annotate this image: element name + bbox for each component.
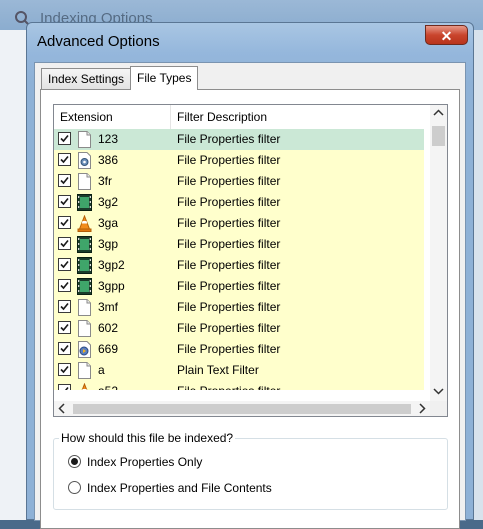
row-checkbox[interactable] xyxy=(58,300,71,313)
row-filter-description: File Properties filter xyxy=(177,321,281,335)
row-extension: 602 xyxy=(98,321,119,335)
row-checkbox[interactable] xyxy=(58,279,71,292)
row-extension: a xyxy=(98,363,105,377)
video-film-icon xyxy=(77,257,92,274)
table-row[interactable]: 3gp File Properties filter xyxy=(54,234,424,255)
table-row[interactable]: a Plain Text Filter xyxy=(54,360,424,381)
row-extension: 3gpp xyxy=(98,279,125,293)
table-row[interactable]: 123 File Properties filter xyxy=(54,129,424,150)
column-header-filter-description[interactable]: Filter Description xyxy=(171,105,424,129)
row-filter-description: File Properties filter xyxy=(177,195,281,209)
row-filter-description: File Properties filter xyxy=(177,216,281,230)
row-extension: 3g2 xyxy=(98,195,119,209)
video-film-icon xyxy=(77,278,92,295)
row-checkbox[interactable] xyxy=(58,342,71,355)
radio-selected-dot xyxy=(71,458,78,465)
scroll-right-icon[interactable] xyxy=(413,401,430,416)
radio-properties-only[interactable] xyxy=(68,455,81,468)
radio-properties-only-label[interactable]: Index Properties Only xyxy=(87,455,202,469)
scroll-up-icon[interactable] xyxy=(430,105,447,122)
radio-properties-and-contents-label[interactable]: Index Properties and File Contents xyxy=(87,481,272,495)
horizontal-scrollbar[interactable] xyxy=(54,401,430,416)
row-filter-description: File Properties filter xyxy=(177,342,281,356)
row-checkbox[interactable] xyxy=(58,195,71,208)
row-checkbox[interactable] xyxy=(58,237,71,250)
row-filter-description: File Properties filter xyxy=(177,174,281,188)
blank-doc-icon xyxy=(77,173,92,190)
audio-doc-icon xyxy=(77,341,92,358)
table-row[interactable]: a52 File Properties filter xyxy=(54,381,424,390)
row-checkbox[interactable] xyxy=(58,321,71,334)
index-method-group xyxy=(53,438,448,510)
horizontal-scroll-thumb[interactable] xyxy=(73,404,411,414)
column-header-extension[interactable]: Extension xyxy=(54,105,171,129)
vlc-cone-icon xyxy=(77,382,92,390)
row-extension: 386 xyxy=(98,153,119,167)
row-extension: 123 xyxy=(98,132,119,146)
blank-doc-icon xyxy=(77,299,92,316)
vertical-scroll-thumb[interactable] xyxy=(432,126,445,146)
settings-doc-icon xyxy=(77,152,92,169)
table-row[interactable]: 3ga File Properties filter xyxy=(54,213,424,234)
vertical-scrollbar[interactable] xyxy=(430,105,447,401)
row-checkbox[interactable] xyxy=(58,132,71,145)
row-extension: 3fr xyxy=(98,174,113,188)
file-type-list[interactable]: Extension Filter Description 123 File Pro… xyxy=(53,104,448,417)
blank-doc-icon xyxy=(77,320,92,337)
row-filter-description: File Properties filter xyxy=(177,381,280,390)
table-row[interactable]: 3gp2 File Properties filter xyxy=(54,255,424,276)
table-row[interactable]: 386 File Properties filter xyxy=(54,150,424,171)
row-filter-description: File Properties filter xyxy=(177,153,281,167)
row-filter-description: Plain Text Filter xyxy=(177,363,259,377)
row-filter-description: File Properties filter xyxy=(177,132,281,146)
row-checkbox[interactable] xyxy=(58,216,71,229)
blank-doc-icon xyxy=(77,131,92,148)
list-header: Extension Filter Description xyxy=(54,105,424,130)
table-row[interactable]: 3fr File Properties filter xyxy=(54,171,424,192)
dialog-title: Advanced Options xyxy=(37,33,160,50)
table-row[interactable]: 3gpp File Properties filter xyxy=(54,276,424,297)
video-film-icon xyxy=(77,194,92,211)
tab-index-settings[interactable]: Index Settings xyxy=(41,68,132,89)
row-checkbox[interactable] xyxy=(58,363,71,376)
scrollbar-corner xyxy=(430,401,447,416)
radio-properties-and-contents[interactable] xyxy=(68,481,81,494)
table-row[interactable]: 602 File Properties filter xyxy=(54,318,424,339)
row-extension: 3mf xyxy=(98,300,119,314)
row-extension: 3gp2 xyxy=(98,258,125,272)
row-extension: a52 xyxy=(98,381,118,390)
row-checkbox[interactable] xyxy=(58,153,71,166)
row-checkbox[interactable] xyxy=(58,258,71,271)
row-filter-description: File Properties filter xyxy=(177,279,281,293)
vlc-cone-icon xyxy=(77,214,92,232)
row-extension: 669 xyxy=(98,342,119,356)
table-row[interactable]: 3g2 File Properties filter xyxy=(54,192,424,213)
scroll-left-icon[interactable] xyxy=(54,401,71,416)
table-row[interactable]: 669 File Properties filter xyxy=(54,339,424,360)
tab-file-types[interactable]: File Types xyxy=(130,66,199,90)
close-button[interactable]: ✕ xyxy=(425,25,468,45)
video-film-icon xyxy=(77,236,92,253)
scroll-down-icon[interactable] xyxy=(430,382,447,399)
blank-doc-icon xyxy=(77,362,92,379)
index-method-legend: How should this file be indexed? xyxy=(59,431,236,445)
row-extension: 3ga xyxy=(98,216,119,230)
list-rows: 123 File Properties filter 386 File Propert… xyxy=(54,129,424,390)
background-left-panel xyxy=(0,30,27,520)
row-filter-description: File Properties filter xyxy=(177,300,281,314)
row-filter-description: File Properties filter xyxy=(177,237,281,251)
row-filter-description: File Properties filter xyxy=(177,258,281,272)
row-checkbox[interactable] xyxy=(58,174,71,187)
row-extension: 3gp xyxy=(98,237,119,251)
row-checkbox[interactable] xyxy=(58,384,71,390)
table-row[interactable]: 3mf File Properties filter xyxy=(54,297,424,318)
